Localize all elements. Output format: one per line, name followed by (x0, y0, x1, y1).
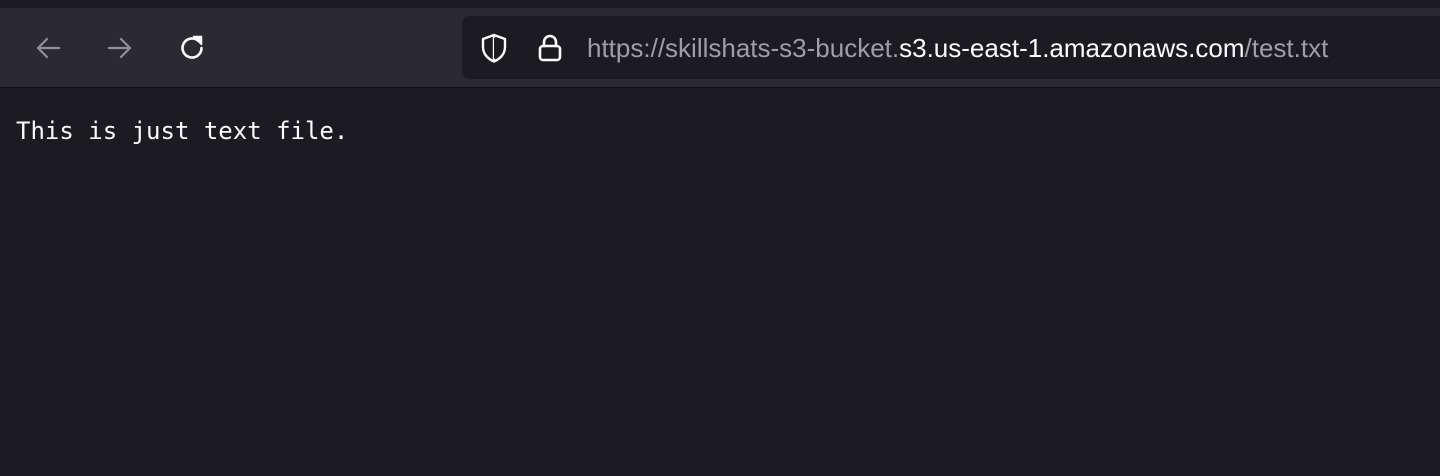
window-top-strip (0, 0, 1440, 8)
document-text: This is just text file. (16, 117, 349, 145)
lock-icon (538, 34, 562, 62)
back-button[interactable] (28, 28, 68, 68)
url-host: s3.us-east-1.amazonaws.com (899, 33, 1245, 63)
tracking-protection-shield-icon (481, 33, 507, 63)
arrow-right-icon (107, 37, 132, 59)
arrow-left-icon (36, 37, 61, 59)
tracking-protection-button[interactable] (478, 32, 510, 64)
url-path: /test.txt (1244, 33, 1329, 63)
url-text[interactable]: https://skillshats-s3-bucket.s3.us-east-… (587, 30, 1328, 66)
browser-toolbar: https://skillshats-s3-bucket.s3.us-east-… (0, 8, 1440, 88)
site-security-button[interactable] (534, 32, 566, 64)
url-prefix: https://skillshats-s3-bucket. (587, 33, 900, 63)
address-bar[interactable]: https://skillshats-s3-bucket.s3.us-east-… (462, 16, 1440, 79)
reload-icon (181, 35, 203, 59)
reload-button[interactable] (172, 28, 212, 68)
forward-button[interactable] (100, 28, 140, 68)
